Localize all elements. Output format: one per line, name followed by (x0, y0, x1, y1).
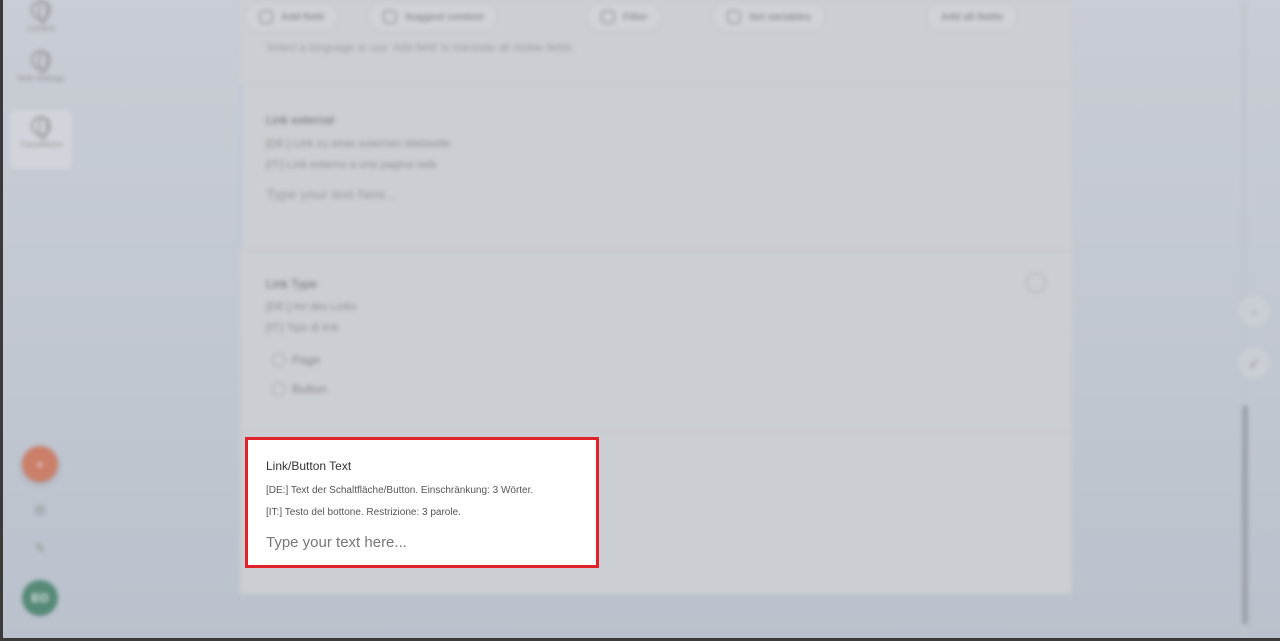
dim-overlay (0, 0, 1280, 641)
window-border-left (0, 0, 3, 641)
field-hint-de: [DE:] Text der Schaltfläche/Button. Eins… (266, 485, 534, 496)
link-button-text-input[interactable] (264, 528, 582, 556)
field-hint-it: [IT:] Testo del bottone. Restrizione: 3 … (266, 507, 461, 518)
link-button-text-field-card: Link/Button Text [DE:] Text der Schaltfl… (245, 437, 599, 568)
field-title: Link/Button Text (266, 459, 352, 473)
